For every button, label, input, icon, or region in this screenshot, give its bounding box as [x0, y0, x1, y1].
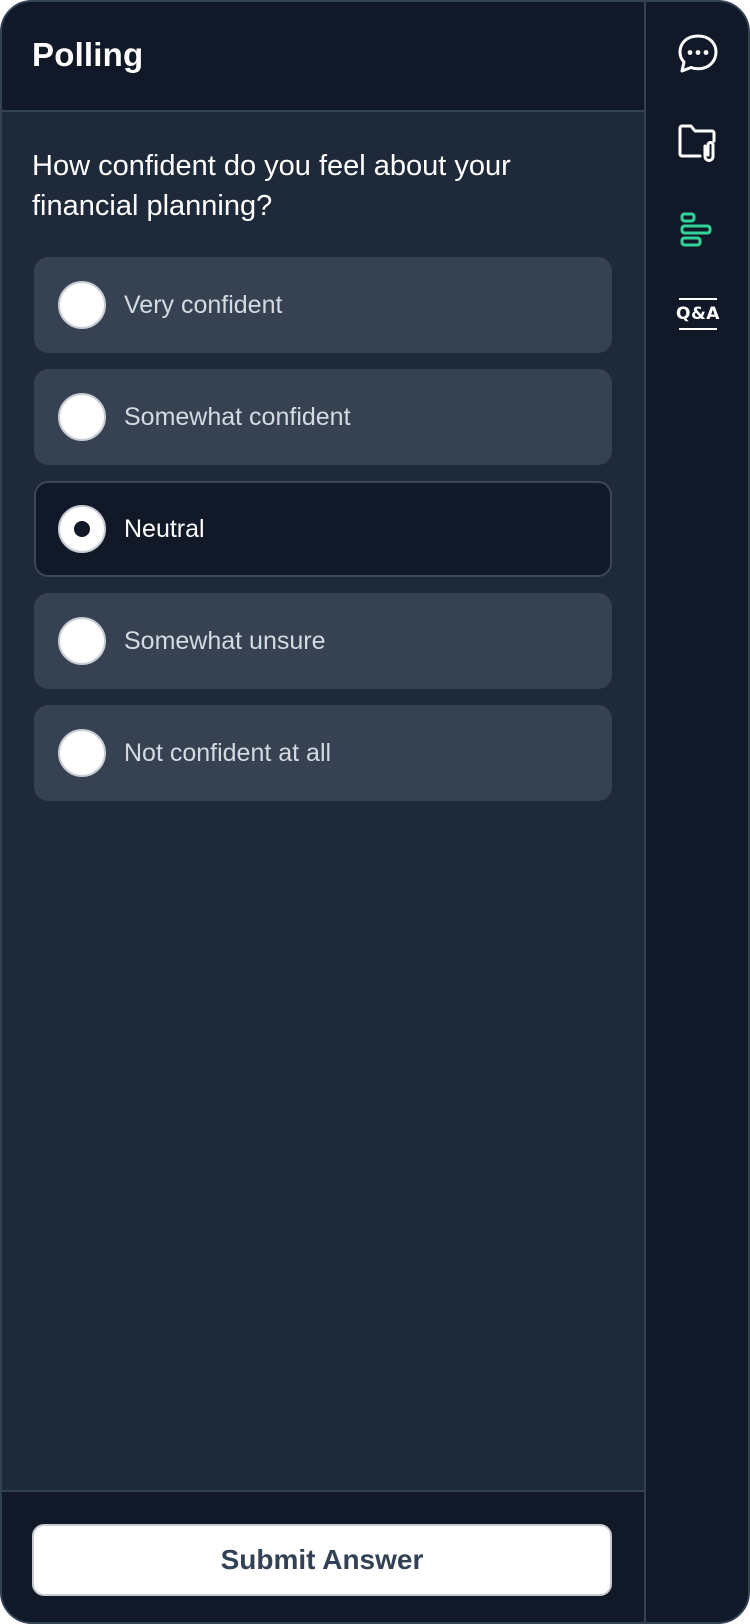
polling-window: Polling How confident do you feel about … — [0, 0, 750, 1624]
radio-button[interactable] — [58, 393, 106, 441]
sidebar-item-qa[interactable]: Q&A — [672, 298, 724, 330]
option-label: Very confident — [124, 291, 283, 319]
sidebar-rail: Q&A — [644, 2, 748, 1622]
poll-option-somewhat-confident[interactable]: Somewhat confident — [34, 369, 612, 465]
option-label: Not confident at all — [124, 739, 332, 767]
radio-button[interactable] — [58, 729, 106, 777]
poll-option-somewhat-unsure[interactable]: Somewhat unsure — [34, 593, 612, 689]
sidebar-item-chat[interactable] — [672, 28, 724, 80]
poll-icon — [680, 212, 712, 247]
submit-answer-button[interactable]: Submit Answer — [32, 1524, 612, 1596]
radio-dot — [74, 521, 90, 537]
poll-question: How confident do you feel about your fin… — [32, 150, 511, 222]
page-title: Polling — [32, 36, 144, 73]
option-label: Somewhat confident — [124, 403, 351, 431]
chat-icon — [678, 34, 718, 73]
panel-footer: Submit Answer — [2, 1490, 644, 1622]
poll-option-neutral[interactable]: Neutral — [34, 481, 612, 577]
option-label: Neutral — [124, 515, 205, 543]
option-label: Somewhat unsure — [124, 627, 326, 655]
poll-option-very-confident[interactable]: Very confident — [34, 257, 612, 353]
sidebar-item-files[interactable] — [672, 116, 724, 168]
qa-icon: Q&A — [676, 304, 720, 324]
radio-button[interactable] — [58, 617, 106, 665]
radio-button[interactable] — [58, 281, 106, 329]
radio-button-selected[interactable] — [58, 505, 106, 553]
qa-icon-bottom-line — [679, 328, 717, 330]
panel-header: Polling — [2, 2, 644, 112]
poll-option-not-confident[interactable]: Not confident at all — [34, 705, 612, 801]
polling-panel: Polling How confident do you feel about … — [2, 2, 644, 1622]
sidebar-item-polling[interactable] — [672, 204, 724, 256]
folder-attachment-icon — [678, 124, 716, 162]
